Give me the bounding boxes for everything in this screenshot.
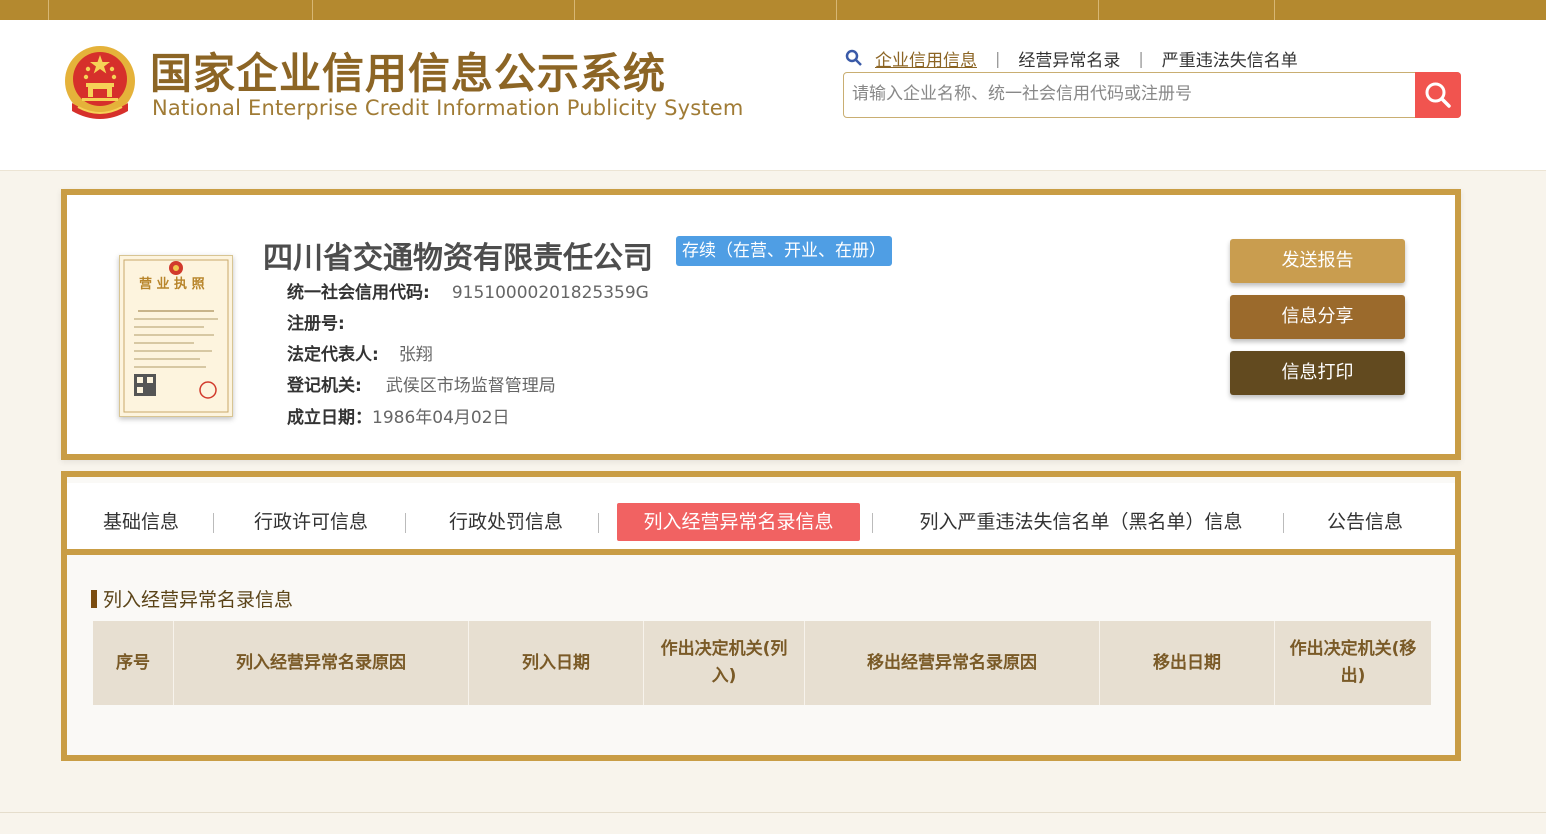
tab-separator (598, 513, 599, 533)
top-bar-divider (48, 0, 49, 20)
nav-enterprise-credit[interactable]: 企业信用信息 (875, 46, 977, 71)
print-info-button[interactable]: 信息打印 (1230, 351, 1405, 395)
page-divider (0, 812, 1546, 813)
tab-admin-license[interactable]: 行政许可信息 (247, 503, 375, 541)
section-title: 列入经营异常名录信息 (91, 585, 293, 612)
tab-basic-info[interactable]: 基础信息 (89, 503, 193, 541)
top-bar-divider (1098, 0, 1099, 20)
reg-no-label: 注册号: (287, 314, 345, 334)
established-label: 成立日期： (287, 408, 372, 428)
col-list-reason: 列入经营异常名录原因 (173, 621, 469, 705)
col-remove-reason: 移出经营异常名录原因 (804, 621, 1100, 705)
tab-announcements[interactable]: 公告信息 (1313, 503, 1417, 541)
top-bar-divider (574, 0, 575, 20)
abnormal-list-table: 序号 列入经营异常名录原因 列入日期 作出决定机关(列入) 移出经营异常名录原因… (93, 621, 1431, 705)
credit-code-label: 统一社会信用代码: (287, 283, 430, 303)
top-bar-divider (836, 0, 837, 20)
col-remove-authority: 作出决定机关(移出) (1289, 639, 1417, 686)
top-nav: 企业信用信息 | 经营异常名录 | 严重违法失信名单 (845, 46, 1298, 71)
national-emblem-icon (65, 46, 135, 119)
site-header: 国家企业信用信息公示系统 National Enterprise Credit … (0, 20, 1546, 171)
authority-value: 武侯区市场监督管理局 (385, 376, 556, 396)
info-reg-no: 注册号: (287, 309, 359, 334)
tab-blacklist[interactable]: 列入严重违法失信名单（黑名单）信息 (905, 503, 1257, 541)
tab-separator (872, 513, 873, 533)
info-legal-rep: 法定代表人: 张翔 (287, 340, 433, 365)
share-info-button[interactable]: 信息分享 (1230, 295, 1405, 339)
top-bar-divider (1274, 0, 1275, 20)
col-list-date: 列入日期 (468, 621, 644, 705)
send-report-button[interactable]: 发送报告 (1230, 239, 1405, 283)
credit-code-value: 91510000201825359G (451, 283, 649, 303)
col-remove-date: 移出日期 (1099, 621, 1275, 705)
section-title-text: 列入经营异常名录信息 (103, 589, 294, 611)
site-title-cn: 国家企业信用信息公示系统 (150, 49, 667, 98)
tab-abnormal-list[interactable]: 列入经营异常名录信息 (617, 503, 860, 541)
tab-separator (405, 513, 406, 533)
legal-rep-label: 法定代表人: (287, 345, 379, 365)
col-list-authority: 作出决定机关(列入) (643, 621, 805, 705)
nav-separator: | (1138, 48, 1144, 68)
license-title: 营 业 执 照 (139, 277, 205, 292)
tab-admin-penalty[interactable]: 行政处罚信息 (439, 503, 573, 541)
section-title-marker (91, 590, 97, 608)
tab-bar: 基础信息 行政许可信息 行政处罚信息 列入经营异常名录信息 列入严重违法失信名单… (67, 483, 1455, 555)
established-value: 1986年04月02日 (372, 408, 510, 428)
site-title-en: National Enterprise Credit Information P… (152, 96, 744, 120)
nav-blacklist[interactable]: 严重违法失信名单 (1162, 46, 1298, 71)
col-index: 序号 (93, 621, 174, 705)
top-bar-divider (312, 0, 313, 20)
info-authority: 登记机关: 武侯区市场监督管理局 (287, 371, 556, 396)
top-bar (0, 0, 1546, 20)
table-header-row: 序号 列入经营异常名录原因 列入日期 作出决定机关(列入) 移出经营异常名录原因… (93, 621, 1431, 705)
search-input[interactable] (844, 73, 1420, 115)
authority-label: 登记机关: (287, 376, 362, 396)
search-icon (845, 49, 862, 66)
detail-panel: 基础信息 行政许可信息 行政处罚信息 列入经营异常名录信息 列入严重违法失信名单… (61, 471, 1461, 761)
company-info-card: 营 业 执 照 四川省交通物资有限责任公司 存续（在营、开业、在册） 统一社会信… (61, 189, 1461, 460)
info-established: 成立日期：1986年04月02日 (287, 403, 510, 428)
search-box (843, 72, 1461, 118)
search-button[interactable] (1415, 72, 1461, 118)
nav-abnormal-list[interactable]: 经营异常名录 (1018, 46, 1120, 71)
legal-rep-value: 张翔 (398, 345, 433, 365)
tab-separator (1283, 513, 1284, 533)
search-icon (1425, 82, 1451, 108)
nav-separator: | (995, 48, 1001, 68)
tab-separator (213, 513, 214, 533)
info-credit-code: 统一社会信用代码: 91510000201825359G (287, 278, 649, 303)
business-license-image: 营 业 执 照 (119, 255, 233, 417)
company-name: 四川省交通物资有限责任公司 (263, 241, 653, 276)
status-badge: 存续（在营、开业、在册） (676, 236, 892, 266)
